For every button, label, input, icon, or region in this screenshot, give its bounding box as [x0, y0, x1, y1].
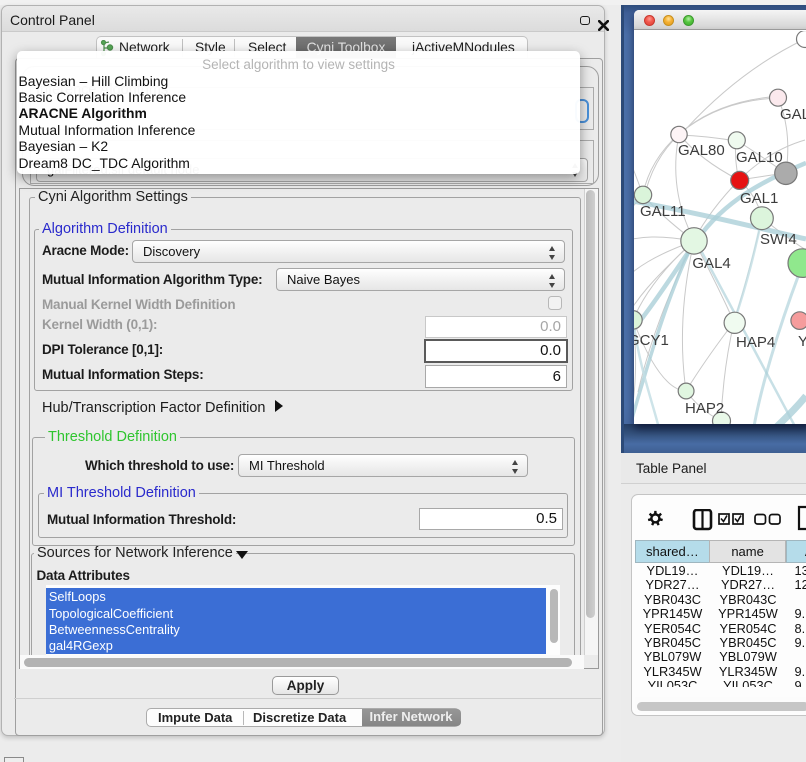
svg-text:HAP4: HAP4	[736, 334, 775, 351]
svg-text:GAL11: GAL11	[640, 203, 686, 220]
svg-text:GCY1: GCY1	[634, 332, 669, 349]
svg-text:HAP2: HAP2	[685, 400, 724, 417]
svg-text:GAL10: GAL10	[736, 149, 783, 166]
svg-text:GAL80: GAL80	[678, 142, 725, 159]
svg-text:SWI4: SWI4	[760, 231, 797, 248]
svg-text:GAL7: GAL7	[780, 106, 806, 123]
svg-text:YD: YD	[798, 333, 806, 350]
svg-text:GAL1: GAL1	[740, 190, 778, 207]
svg-text:GAL4: GAL4	[692, 255, 730, 272]
